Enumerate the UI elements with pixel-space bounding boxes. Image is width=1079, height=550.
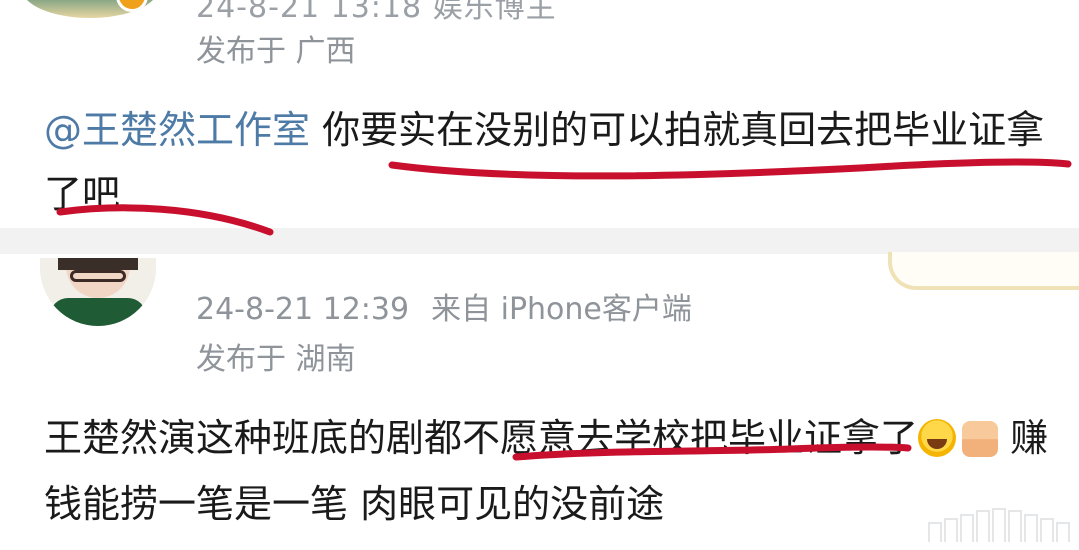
- laughing-crying-emoji: [918, 419, 957, 457]
- source-label: 来自 iPhone客户端: [431, 292, 692, 327]
- comment-body-part1: 王楚然演这种班底的剧都不愿意去学校把毕业证拿了: [44, 416, 919, 460]
- avatar-top[interactable]: [22, 0, 158, 18]
- thumbs-up-emoji: [962, 421, 999, 457]
- mention-link[interactable]: @王楚然工作室: [44, 108, 310, 152]
- comment-meta-top: 24-8-21 13:18 娱乐博主: [196, 0, 557, 25]
- section-divider: [0, 228, 1079, 254]
- comment-text-top: @王楚然工作室 你要实在没别的可以拍就真回去把毕业证拿了吧: [44, 98, 1054, 226]
- watermark-logo: [928, 508, 1070, 542]
- location-top: 发布于 广西: [196, 34, 356, 69]
- follow-button[interactable]: [888, 252, 1079, 290]
- avatar-user[interactable]: [40, 258, 156, 326]
- comment-text: 王楚然演这种班底的剧都不愿意去学校把毕业证拿了 赚钱能捞一笔是一笔 肉眼可见的没…: [44, 405, 1054, 537]
- timestamp: 24-8-21 12:39: [196, 292, 410, 327]
- location-label: 发布于 湖南: [196, 342, 356, 377]
- comment-meta: 24-8-21 12:39 来自 iPhone客户端: [196, 284, 692, 328]
